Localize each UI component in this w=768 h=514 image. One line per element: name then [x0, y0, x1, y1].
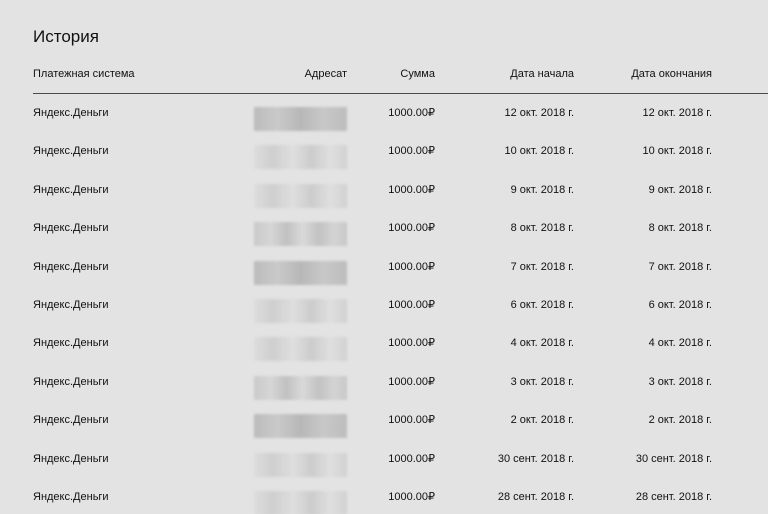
payment-system-cell: Яндекс.Деньги	[33, 183, 109, 196]
end-date-cell: 9 окт. 2018 г.	[648, 183, 712, 196]
payment-system-cell: Яндекс.Деньги	[33, 337, 109, 350]
amount-cell: 1000.00₽	[388, 145, 435, 158]
amount-cell: 1000.00₽	[388, 222, 435, 235]
table-row: Яндекс.Деньги 1000.00₽ 30 сент. 2018 г. …	[0, 448, 768, 486]
recipient-redacted	[254, 298, 347, 323]
recipient-redacted	[254, 375, 347, 400]
payment-system-cell: Яндекс.Деньги	[33, 222, 109, 235]
end-date-cell: 7 окт. 2018 г.	[648, 260, 712, 273]
column-header-start-date: Дата начала	[510, 68, 574, 80]
amount-cell: 1000.00₽	[388, 298, 435, 311]
amount-cell: 1000.00₽	[388, 107, 435, 119]
recipient-redacted	[254, 183, 347, 208]
start-date-cell: 9 окт. 2018 г.	[510, 183, 574, 196]
payment-system-cell: Яндекс.Деньги	[33, 107, 109, 119]
column-header-amount: Сумма	[400, 68, 435, 80]
end-date-cell: 2 окт. 2018 г.	[648, 414, 712, 427]
end-date-cell: 3 окт. 2018 г.	[648, 375, 712, 388]
end-date-cell: 10 окт. 2018 г.	[642, 145, 712, 158]
table-row: Яндекс.Деньги 1000.00₽ 10 окт. 2018 г. 1…	[0, 140, 768, 178]
recipient-redacted	[254, 222, 347, 247]
amount-cell: 1000.00₽	[388, 183, 435, 196]
table-row: Яндекс.Деньги 1000.00₽ 28 сент. 2018 г. …	[0, 486, 768, 514]
history-page: История Платежная система Адресат Сумма …	[0, 0, 768, 514]
history-table-body: Яндекс.Деньги 1000.00₽ 12 окт. 2018 г. 1…	[0, 102, 768, 514]
amount-cell: 1000.00₽	[388, 490, 435, 503]
payment-system-cell: Яндекс.Деньги	[33, 414, 109, 427]
table-row: Яндекс.Деньги 1000.00₽ 4 окт. 2018 г. 4 …	[0, 332, 768, 370]
payment-system-cell: Яндекс.Деньги	[33, 452, 109, 465]
start-date-cell: 8 окт. 2018 г.	[510, 222, 574, 235]
end-date-cell: 8 окт. 2018 г.	[648, 222, 712, 235]
table-row: Яндекс.Деньги 1000.00₽ 12 окт. 2018 г. 1…	[0, 102, 768, 140]
table-row: Яндекс.Деньги 1000.00₽ 7 окт. 2018 г. 7 …	[0, 256, 768, 294]
start-date-cell: 12 окт. 2018 г.	[504, 107, 574, 119]
payment-system-cell: Яндекс.Деньги	[33, 298, 109, 311]
payment-system-cell: Яндекс.Деньги	[33, 260, 109, 273]
recipient-redacted	[254, 490, 347, 514]
table-row: Яндекс.Деньги 1000.00₽ 2 окт. 2018 г. 2 …	[0, 409, 768, 447]
end-date-cell: 28 сент. 2018 г.	[635, 490, 712, 503]
table-row: Яндекс.Деньги 1000.00₽ 3 окт. 2018 г. 3 …	[0, 371, 768, 409]
start-date-cell: 3 окт. 2018 г.	[510, 375, 574, 388]
start-date-cell: 2 окт. 2018 г.	[510, 414, 574, 427]
recipient-redacted	[254, 107, 347, 131]
payment-system-cell: Яндекс.Деньги	[33, 490, 109, 503]
table-row: Яндекс.Деньги 1000.00₽ 8 окт. 2018 г. 8 …	[0, 217, 768, 255]
payment-system-cell: Яндекс.Деньги	[33, 375, 109, 388]
column-header-end-date: Дата окончания	[631, 68, 712, 80]
page-title: История	[33, 27, 99, 46]
recipient-redacted	[254, 145, 347, 170]
end-date-cell: 6 окт. 2018 г.	[648, 298, 712, 311]
amount-cell: 1000.00₽	[388, 375, 435, 388]
amount-cell: 1000.00₽	[388, 337, 435, 350]
recipient-redacted	[254, 452, 347, 477]
amount-cell: 1000.00₽	[388, 260, 435, 273]
end-date-cell: 4 окт. 2018 г.	[648, 337, 712, 350]
recipient-redacted	[254, 260, 347, 285]
payment-system-cell: Яндекс.Деньги	[33, 145, 109, 158]
recipient-redacted	[254, 337, 347, 362]
column-header-recipient: Адресат	[304, 68, 347, 80]
table-row: Яндекс.Деньги 1000.00₽ 9 окт. 2018 г. 9 …	[0, 179, 768, 217]
amount-cell: 1000.00₽	[388, 452, 435, 465]
end-date-cell: 12 окт. 2018 г.	[642, 107, 712, 119]
recipient-redacted	[254, 414, 347, 439]
start-date-cell: 6 окт. 2018 г.	[510, 298, 574, 311]
amount-cell: 1000.00₽	[388, 414, 435, 427]
column-header-system: Платежная система	[33, 68, 135, 80]
start-date-cell: 10 окт. 2018 г.	[504, 145, 574, 158]
start-date-cell: 4 окт. 2018 г.	[510, 337, 574, 350]
start-date-cell: 7 окт. 2018 г.	[510, 260, 574, 273]
table-row: Яндекс.Деньги 1000.00₽ 6 окт. 2018 г. 6 …	[0, 294, 768, 332]
table-header: Платежная система Адресат Сумма Дата нач…	[0, 64, 768, 84]
start-date-cell: 28 сент. 2018 г.	[497, 490, 574, 503]
start-date-cell: 30 сент. 2018 г.	[497, 452, 574, 465]
header-divider	[33, 93, 768, 94]
end-date-cell: 30 сент. 2018 г.	[635, 452, 712, 465]
